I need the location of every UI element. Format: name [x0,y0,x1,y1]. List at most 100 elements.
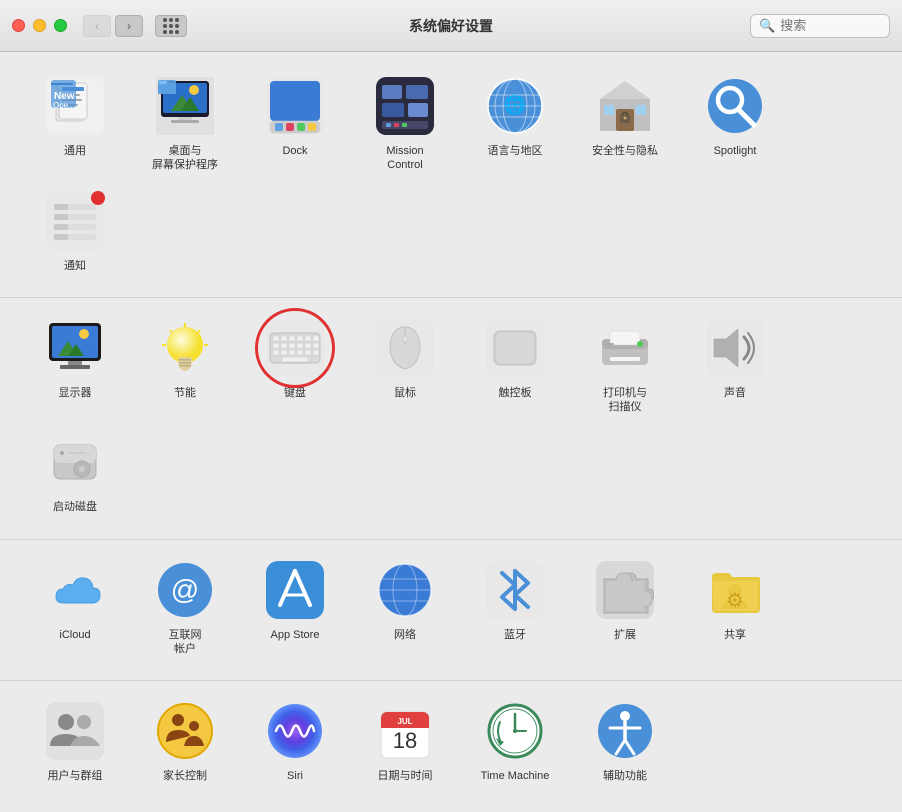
mission-icon-wrapper [373,74,437,138]
pref-keyboard[interactable]: 键盘 [240,308,350,423]
pref-sharing[interactable]: ⚙ 共享 [680,550,790,665]
printer-icon-wrapper [593,316,657,380]
startup-icon-wrapper [43,430,107,494]
users-icon-wrapper [43,699,107,763]
pref-appstore[interactable]: App Store [240,550,350,665]
grid-view-button[interactable] [155,15,187,37]
pref-timemachine[interactable]: Time Machine [460,691,570,791]
datetime-icon: JUL 18 [376,702,434,760]
mission-icon [376,77,434,135]
search-box[interactable]: 🔍 [750,14,890,38]
pref-datetime[interactable]: JUL 18 日期与时间 [350,691,460,791]
accessibility-icon-wrapper [593,699,657,763]
accessibility-label: 辅助功能 [603,769,647,783]
network-label: 网络 [394,628,416,642]
pref-language[interactable]: 🌐 语言与地区 [460,66,570,181]
language-icon-wrapper: 🌐 [483,74,547,138]
datetime-label: 日期与时间 [378,769,433,783]
pref-general[interactable]: New Ope... 通用 [20,66,130,181]
sound-label: 声音 [724,386,746,400]
mouse-label: 鼠标 [394,386,416,400]
timemachine-icon-wrapper [483,699,547,763]
pref-sound[interactable]: 声音 [680,308,790,423]
maximize-button[interactable] [54,19,67,32]
section-internet: iCloud @ 互联网帐户 [0,540,902,682]
nav-buttons: ‹ › [83,15,187,37]
appstore-icon-wrapper [263,558,327,622]
pref-notification[interactable]: 通知 [20,181,130,281]
trackpad-icon [486,319,544,377]
section-system: 用户与群组 家长控制 [0,681,902,807]
sharing-label: 共享 [724,628,746,642]
siri-label: Siri [287,769,303,783]
users-icon [46,702,104,760]
back-button[interactable]: ‹ [83,15,111,37]
pref-desktop[interactable]: 桌面与屏幕保护程序 [130,66,240,181]
printer-label: 打印机与扫描仪 [603,386,647,415]
extensions-icon-wrapper [593,558,657,622]
sound-icon-wrapper [703,316,767,380]
accessibility-icon [596,702,654,760]
titlebar: ‹ › 系统偏好设置 🔍 [0,0,902,52]
minimize-button[interactable] [33,19,46,32]
trackpad-icon-wrapper [483,316,547,380]
pref-dock[interactable]: Dock [240,66,350,181]
pref-accessibility[interactable]: 辅助功能 [570,691,680,791]
appstore-label: App Store [271,628,320,642]
sharing-icon-wrapper: ⚙ [703,558,767,622]
pref-mouse[interactable]: 鼠标 [350,308,460,423]
internet-icon: @ [156,561,214,619]
security-label: 安全性与隐私 [592,144,658,158]
pref-display[interactable]: 显示器 [20,308,130,423]
display-icon [46,319,104,377]
extensions-label: 扩展 [614,628,636,642]
pref-users[interactable]: 用户与群组 [20,691,130,791]
dock-icon-wrapper [263,74,327,138]
spotlight-icon-wrapper [703,74,767,138]
keyboard-highlight-ring [255,308,335,388]
pref-startup[interactable]: 启动磁盘 [20,422,130,522]
close-button[interactable] [12,19,25,32]
desktop-icon-wrapper [153,74,217,138]
pref-bluetooth[interactable]: 蓝牙 [460,550,570,665]
general-label: 通用 [64,144,86,158]
startup-icon [46,433,104,491]
pref-energy[interactable]: 节能 [130,308,240,423]
keyboard-icon-wrapper [263,316,327,380]
pref-icloud[interactable]: iCloud [20,550,130,665]
notification-icon-wrapper [43,189,107,253]
pref-internet[interactable]: @ 互联网帐户 [130,550,240,665]
dock-icon [266,77,324,135]
section-personal: New Ope... 通用 [0,56,902,298]
pref-security[interactable]: 安全性与隐私 [570,66,680,181]
pref-spotlight[interactable]: Spotlight [680,66,790,181]
appstore-icon [266,561,324,619]
sound-icon [706,319,764,377]
icloud-label: iCloud [59,628,90,642]
internet-icon-wrapper: @ [153,558,217,622]
pref-trackpad[interactable]: 触控板 [460,308,570,423]
svg-text:Ope...: Ope... [53,101,75,110]
pref-parental[interactable]: 家长控制 [130,691,240,791]
datetime-icon-wrapper: JUL 18 [373,699,437,763]
pref-network[interactable]: 网络 [350,550,460,665]
pref-mission-control[interactable]: MissionControl [350,66,460,181]
svg-text:JUL: JUL [397,717,412,726]
timemachine-label: Time Machine [481,769,550,783]
pref-extensions[interactable]: 扩展 [570,550,680,665]
pref-printer[interactable]: 打印机与扫描仪 [570,308,680,423]
icloud-icon [46,561,104,619]
network-icon [376,561,434,619]
search-input[interactable] [780,18,880,33]
trackpad-label: 触控板 [499,386,532,400]
svg-text:🌐: 🌐 [504,94,526,115]
desktop-icon [156,77,214,135]
grid-icon [163,18,179,34]
pref-siri[interactable]: Siri [240,691,350,791]
forward-button[interactable]: › [115,15,143,37]
dock-label: Dock [282,144,307,158]
internet-label: 互联网帐户 [169,628,202,657]
desktop-label: 桌面与屏幕保护程序 [152,144,218,173]
bluetooth-label: 蓝牙 [504,628,526,642]
search-icon: 🔍 [759,18,775,34]
